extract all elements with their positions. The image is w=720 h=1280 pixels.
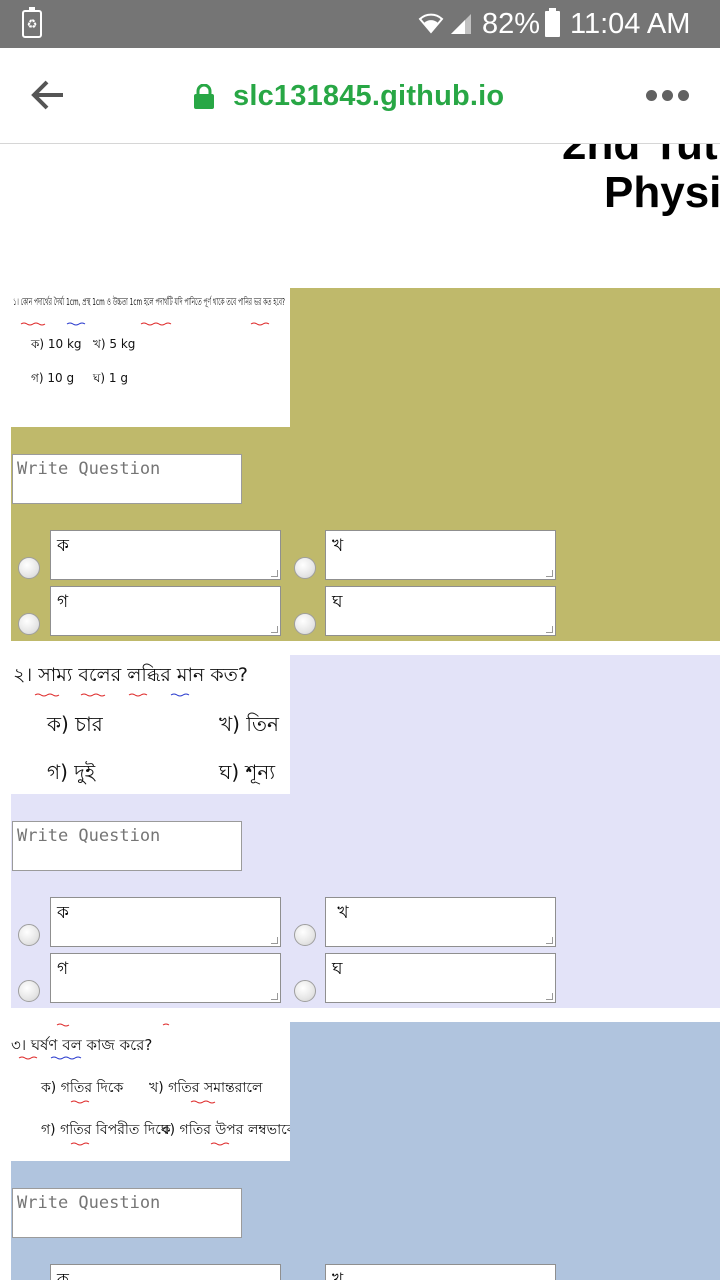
question-image: ৩। ঘর্ষণ বল কাজ করে? ক) গতির দিকে খ) গতি… (11, 1022, 290, 1161)
svg-text:১। কোন পদার্থের দৈর্ঘ্য 1cm, প: ১। কোন পদার্থের দৈর্ঘ্য 1cm, প্রস্থ 1cm … (13, 295, 285, 308)
url-text[interactable]: slc131845.github.io (233, 77, 504, 115)
question-image: ২। সাম্য বলের লব্ধির মান কত? ক) চার খ) ত… (11, 655, 290, 794)
battery-percent: 82% (482, 8, 541, 40)
svg-text:গ) দুই: গ) দুই (47, 760, 97, 784)
svg-text:ক) 10 kg: ক) 10 kg (30, 337, 82, 351)
option-gha-radio[interactable] (294, 613, 316, 635)
svg-text:ঘ) গতির উপর লম্বভাবে: ঘ) গতির উপর লম্বভাবে (160, 1121, 290, 1138)
option-ga-input[interactable]: গ (50, 586, 281, 636)
option-ka-input[interactable]: ক (50, 897, 281, 947)
signal-icon (451, 14, 471, 34)
svg-text:ক) চার: ক) চার (46, 712, 104, 736)
svg-text:ঘ) 1 g: ঘ) 1 g (92, 371, 128, 385)
option-ka-input[interactable]: ক (50, 1264, 281, 1280)
page-title-line1: 2nd Tut (562, 144, 718, 169)
battery-icon (545, 8, 560, 37)
question-block-2: ২। সাম্য বলের লব্ধির মান কত? ক) চার খ) ত… (11, 655, 720, 1008)
status-bar: ♻ 82% 11:04 AM (0, 0, 720, 48)
svg-text:খ) তিন: খ) তিন (219, 712, 280, 736)
svg-text:৩। ঘর্ষণ বল কাজ করে?: ৩। ঘর্ষণ বল কাজ করে? (11, 1036, 152, 1054)
option-kha-input[interactable]: খ (325, 1264, 556, 1280)
option-ka-radio[interactable] (18, 924, 40, 946)
svg-text:খ) গতির সমান্তরালে: খ) গতির সমান্তরালে (149, 1079, 263, 1096)
question-image: ১। কোন পদার্থের দৈর্ঘ্য 1cm, প্রস্থ 1cm … (11, 288, 290, 427)
browser-toolbar: slc131845.github.io (0, 48, 720, 144)
option-ka-input[interactable]: ক (50, 530, 281, 580)
recycle-icon: ♻ (22, 7, 42, 38)
lock-icon (194, 84, 214, 109)
option-ga-input[interactable]: গ (50, 953, 281, 1003)
svg-text:গ) 10 g: গ) 10 g (31, 371, 74, 385)
option-ga-radio[interactable] (18, 613, 40, 635)
question-block-3: ৩। ঘর্ষণ বল কাজ করে? ক) গতির দিকে খ) গতি… (11, 1022, 720, 1280)
write-question-input[interactable] (12, 821, 242, 871)
wifi-icon (418, 13, 444, 34)
option-gha-radio[interactable] (294, 980, 316, 1002)
option-kha-radio[interactable] (294, 924, 316, 946)
clock: 11:04 AM (570, 8, 691, 40)
page-title-line2: Physic (604, 168, 720, 217)
svg-text:খ) 5 kg: খ) 5 kg (93, 337, 135, 351)
question-image-text: ২। সাম্য বলের লব্ধির মান কত? ক) চার খ) ত… (13, 664, 280, 784)
question-image-text: ১। কোন পদার্থের দৈর্ঘ্য 1cm, প্রস্থ 1cm … (13, 295, 285, 385)
svg-text:গ) গতির বিপরীত দিকে: গ) গতির বিপরীত দিকে (41, 1121, 171, 1138)
option-kha-input[interactable]: খ (325, 530, 556, 580)
svg-text:২। সাম্য বলের লব্ধির মান কত?: ২। সাম্য বলের লব্ধির মান কত? (13, 664, 248, 686)
back-arrow-icon[interactable] (30, 78, 66, 112)
option-ka-radio[interactable] (18, 557, 40, 579)
option-kha-input[interactable]: খ (325, 897, 556, 947)
question-block-1: ১। কোন পদার্থের দৈর্ঘ্য 1cm, প্রস্থ 1cm … (11, 288, 720, 641)
write-question-input[interactable] (12, 454, 242, 504)
write-question-input[interactable] (12, 1188, 242, 1238)
option-kha-radio[interactable] (294, 557, 316, 579)
question-image-text: ৩। ঘর্ষণ বল কাজ করে? ক) গতির দিকে খ) গতি… (11, 1023, 290, 1146)
page-heading: 2nd Tut Physic (0, 144, 720, 254)
svg-text:ঘ) শূন্য: ঘ) শূন্য (218, 760, 276, 784)
option-gha-input[interactable]: ঘ (325, 953, 556, 1003)
option-ga-radio[interactable] (18, 980, 40, 1002)
more-options-icon[interactable] (646, 90, 690, 102)
svg-text:ক) গতির দিকে: ক) গতির দিকে (40, 1079, 124, 1096)
option-gha-input[interactable]: ঘ (325, 586, 556, 636)
